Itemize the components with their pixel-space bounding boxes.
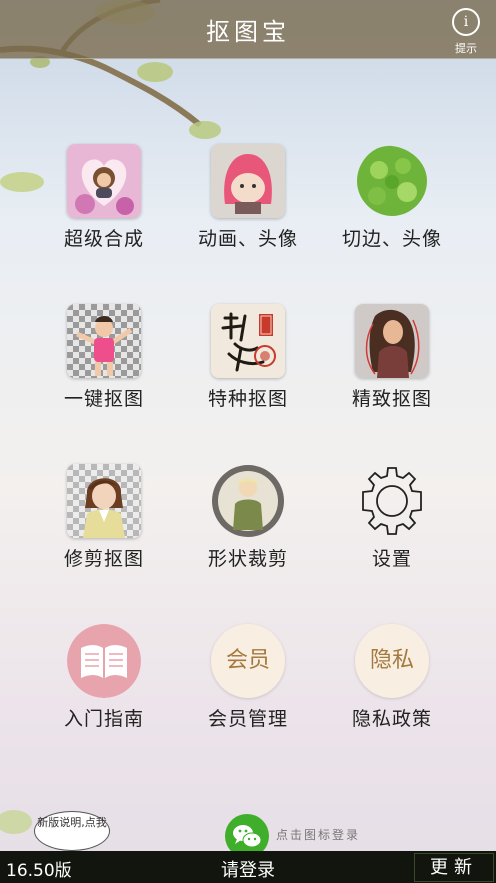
trim-cutout-label: 修剪抠图 (63, 548, 144, 570)
privacy-badge-icon: 隐私 (355, 624, 429, 698)
heart-frame-photo-icon (67, 144, 141, 218)
app-title: 抠图宝 (206, 18, 290, 46)
round-portrait-icon (211, 464, 285, 538)
fine-cutout-tile[interactable]: 精致抠图 (317, 304, 467, 434)
update-button[interactable]: 更新 (414, 853, 494, 882)
edge-cut-avatar-label: 切边、头像 (341, 228, 442, 250)
hint-label: 提示 (455, 42, 477, 55)
cartoon-avatar-tile[interactable]: 动画、头像 (173, 144, 323, 274)
one-click-cutout-tile[interactable]: 一键抠图 (29, 304, 179, 434)
getting-started-tile[interactable]: 入门指南 (29, 624, 179, 754)
member-badge-icon: 会员 (211, 624, 285, 698)
settings-label: 设置 (371, 548, 412, 570)
wechat-login-hint: 点击图标登录 (276, 828, 361, 842)
gear-icon (355, 464, 429, 538)
edge-cut-avatar-tile[interactable]: 切边、头像 (317, 144, 467, 274)
special-cutout-tile[interactable]: 特种抠图 (173, 304, 323, 434)
anime-character-icon (67, 464, 141, 538)
getting-started-label: 入门指南 (63, 708, 144, 730)
privacy-policy-tile[interactable]: 隐私 隐私政策 (317, 624, 467, 754)
open-book-icon (67, 624, 141, 698)
cartoon-avatar-label: 动画、头像 (197, 228, 298, 250)
super-compose-tile[interactable]: 超级合成 (29, 144, 179, 274)
calligraphy-seal-icon (211, 304, 285, 378)
settings-tile[interactable]: 设置 (317, 464, 467, 594)
super-compose-label: 超级合成 (63, 228, 144, 250)
member-management-tile[interactable]: 会员 会员管理 (173, 624, 323, 754)
child-cutout-icon (67, 304, 141, 378)
trim-cutout-tile[interactable]: 修剪抠图 (29, 464, 179, 594)
title-bar: 抠图宝 i 提示 (0, 0, 496, 59)
fine-cutout-label: 精致抠图 (351, 388, 432, 410)
special-cutout-label: 特种抠图 (207, 388, 288, 410)
info-icon: i (452, 8, 480, 36)
member-management-label: 会员管理 (207, 708, 288, 730)
hint-button[interactable]: i 提示 (446, 6, 486, 56)
one-click-cutout-label: 一键抠图 (63, 388, 144, 410)
shape-crop-label: 形状裁剪 (207, 548, 288, 570)
release-notes-bubble[interactable]: 新版说明,点我 (34, 811, 110, 851)
shape-crop-tile[interactable]: 形状裁剪 (173, 464, 323, 594)
woman-portrait-icon (355, 304, 429, 378)
cartoon-character-icon (211, 144, 285, 218)
bottom-bar: 16.50版 请登录 更新 (0, 851, 496, 883)
leaf-shape-icon (355, 144, 429, 218)
privacy-policy-label: 隐私政策 (351, 708, 432, 730)
